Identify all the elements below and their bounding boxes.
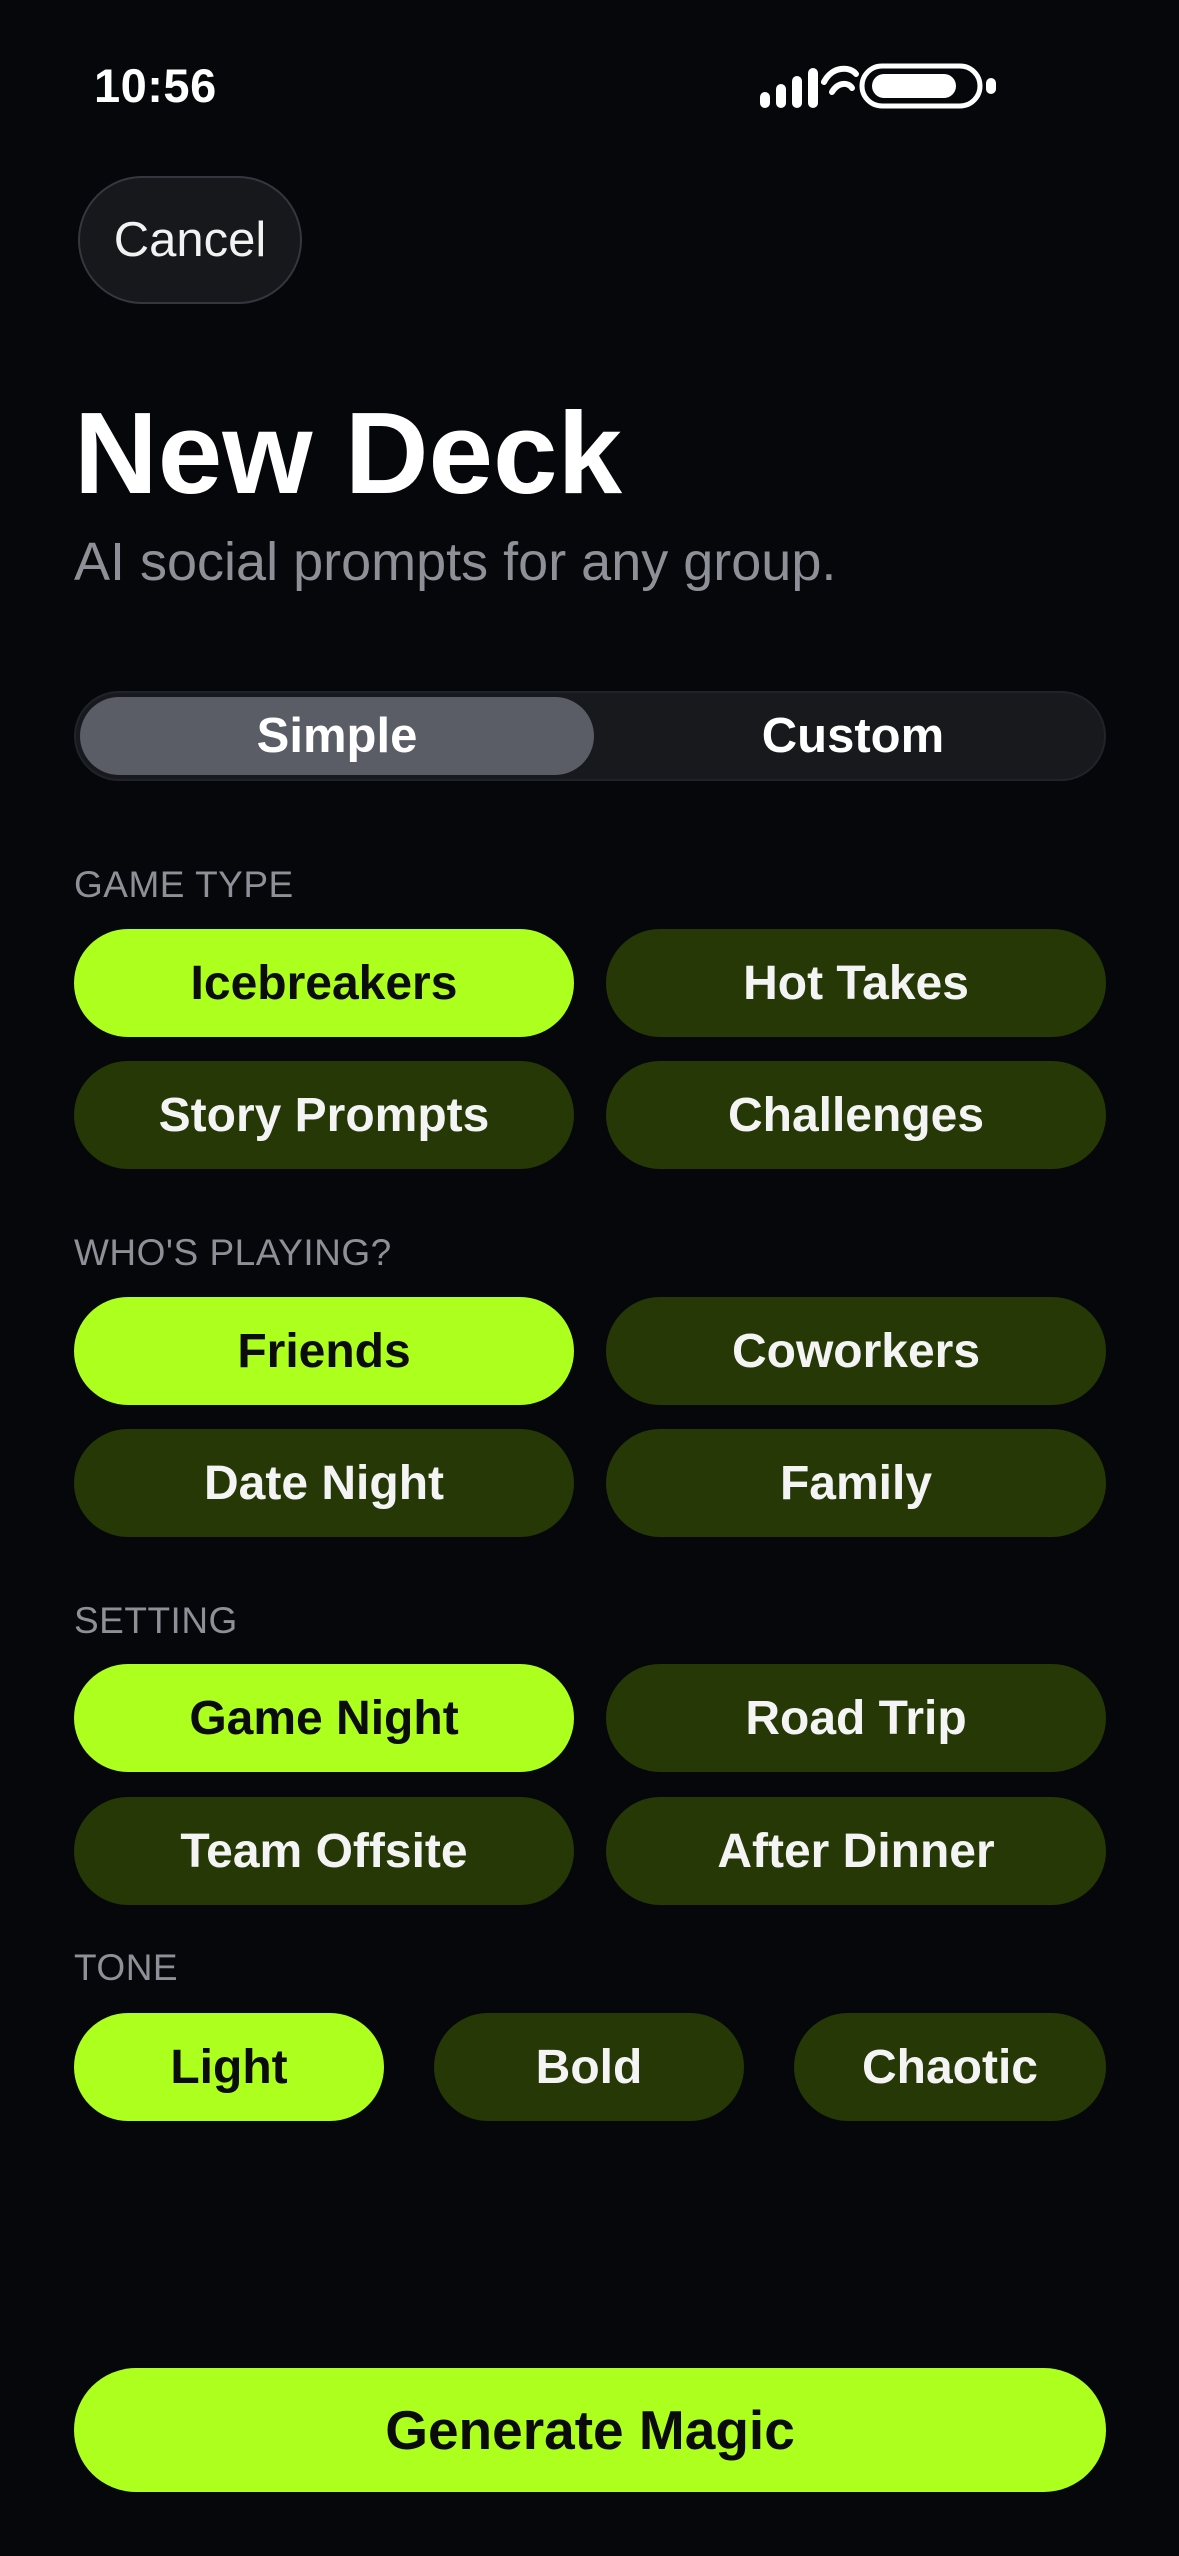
wifi-icon bbox=[821, 65, 859, 95]
page-title: New Deck bbox=[74, 388, 623, 518]
generate-magic-button[interactable]: Generate Magic bbox=[74, 2368, 1106, 2492]
segment-custom[interactable]: Custom bbox=[598, 693, 1108, 779]
section-label-game-type: GAME TYPE bbox=[74, 864, 294, 905]
chip-challenges[interactable]: Challenges bbox=[606, 1061, 1106, 1169]
chip-road-trip[interactable]: Road Trip bbox=[606, 1664, 1106, 1772]
chip-date-night[interactable]: Date Night bbox=[74, 1429, 574, 1537]
chip-family[interactable]: Family bbox=[606, 1429, 1106, 1537]
chip-light[interactable]: Light bbox=[74, 2013, 384, 2121]
status-time: 10:56 bbox=[94, 59, 217, 112]
mode-segmented-control: Simple Custom bbox=[74, 691, 1106, 781]
section-label-tone: TONE bbox=[74, 1947, 179, 1988]
chip-chaotic[interactable]: Chaotic bbox=[794, 2013, 1106, 2121]
battery-icon bbox=[859, 63, 996, 109]
segment-simple[interactable]: Simple bbox=[76, 693, 598, 779]
page-subtitle: AI social prompts for any group. bbox=[74, 532, 837, 592]
chip-story-prompts[interactable]: Story Prompts bbox=[74, 1061, 574, 1169]
signal-icon bbox=[760, 68, 818, 108]
chip-coworkers[interactable]: Coworkers bbox=[606, 1297, 1106, 1405]
chip-after-dinner[interactable]: After Dinner bbox=[606, 1797, 1106, 1905]
status-icons bbox=[760, 63, 996, 109]
chip-hot-takes[interactable]: Hot Takes bbox=[606, 929, 1106, 1037]
chip-friends[interactable]: Friends bbox=[74, 1297, 574, 1405]
chip-game-night[interactable]: Game Night bbox=[74, 1664, 574, 1772]
section-label-players: WHO'S PLAYING? bbox=[74, 1232, 392, 1273]
chip-icebreakers[interactable]: Icebreakers bbox=[74, 929, 574, 1037]
chip-team-offsite[interactable]: Team Offsite bbox=[74, 1797, 574, 1905]
chip-bold[interactable]: Bold bbox=[434, 2013, 744, 2121]
section-label-setting: SETTING bbox=[74, 1600, 238, 1641]
cancel-button[interactable]: Cancel bbox=[78, 176, 302, 304]
